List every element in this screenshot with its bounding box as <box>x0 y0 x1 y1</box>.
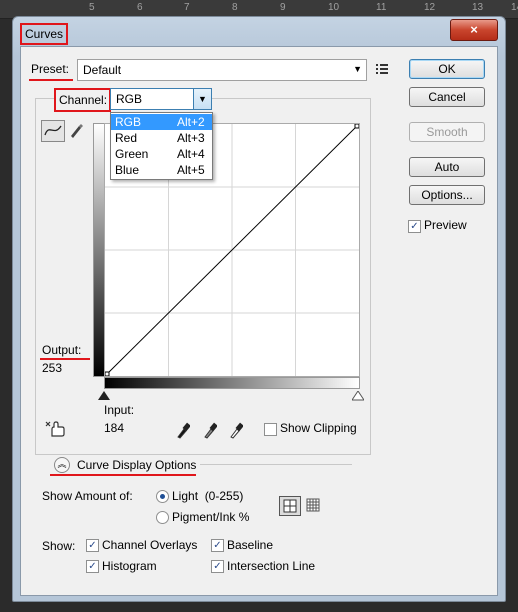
divider <box>200 464 352 465</box>
channel-overlays-label: Channel Overlays <box>102 538 198 552</box>
dropdown-item-shortcut: Alt+4 <box>177 147 205 161</box>
smooth-button[interactable]: Smooth <box>409 122 485 142</box>
output-underline <box>40 358 90 360</box>
preset-label: Preset: <box>31 62 70 76</box>
baseline-checkbox[interactable]: ✓ <box>211 539 224 552</box>
dropdown-item-shortcut: Alt+2 <box>177 115 205 129</box>
pigment-label: Pigment/Ink % <box>172 510 250 524</box>
dropdown-item-rgb[interactable]: RGB Alt+2 <box>111 114 212 130</box>
detailed-grid-icon[interactable] <box>304 496 322 514</box>
intersection-line-label: Intersection Line <box>227 559 316 573</box>
dropdown-item-shortcut: Alt+3 <box>177 131 205 145</box>
ok-button[interactable]: OK <box>409 59 485 79</box>
curve-display-underline <box>50 474 196 476</box>
curve-display-options-label[interactable]: Curve Display Options <box>77 458 196 472</box>
dropdown-item-name: Blue <box>115 163 140 177</box>
channel-label: Channel: <box>59 93 108 107</box>
histogram-label: Histogram <box>102 559 157 573</box>
dropdown-item-green[interactable]: Green Alt+4 <box>111 146 212 162</box>
white-eyedropper-icon[interactable] <box>229 421 244 439</box>
white-point-slider[interactable] <box>351 390 365 404</box>
dropdown-item-red[interactable]: Red Alt+3 <box>111 130 212 146</box>
black-eyedropper-icon[interactable] <box>176 421 191 439</box>
show-clipping-label: Show Clipping <box>280 421 357 435</box>
pigment-radio[interactable] <box>156 511 169 524</box>
ruler-number: 13 <box>472 2 484 13</box>
preset-options-icon[interactable] <box>374 61 390 77</box>
cancel-button[interactable]: Cancel <box>409 87 485 107</box>
preset-select[interactable]: Default ▼ <box>77 59 367 81</box>
input-gradient-bar <box>104 377 360 389</box>
ruler-number: 14 <box>511 2 518 13</box>
auto-button[interactable]: Auto <box>409 157 485 177</box>
chevron-down-icon: ▼ <box>353 64 362 74</box>
intersection-line-checkbox[interactable]: ✓ <box>211 560 224 573</box>
gray-eyedropper-icon[interactable] <box>203 421 218 439</box>
dropdown-item-name: RGB <box>115 115 142 129</box>
channel-dropdown-list: RGB Alt+2 Red Alt+3 Green Alt+4 Blue Alt… <box>110 112 213 180</box>
expand-chevron-icon[interactable]: ︽ <box>54 457 70 473</box>
ruler-number: 10 <box>328 2 340 13</box>
input-label: Input: <box>104 403 135 417</box>
ruler-number: 9 <box>280 2 286 13</box>
channel-value: RGB <box>116 92 143 106</box>
preset-value: Default <box>83 63 122 77</box>
window-title: Curves <box>20 23 69 45</box>
curve-control-point[interactable] <box>354 123 360 129</box>
dropdown-item-blue[interactable]: Blue Alt+5 <box>111 162 212 178</box>
histogram-checkbox[interactable]: ✓ <box>86 560 99 573</box>
channel-label-box: Channel: <box>54 88 111 112</box>
preset-underline <box>29 79 73 81</box>
curve-point-icon[interactable] <box>41 120 65 142</box>
output-value: 253 <box>42 361 63 375</box>
light-label: Light (0-255) <box>172 489 244 503</box>
output-label: Output: <box>42 343 82 357</box>
ruler-number: 6 <box>137 2 143 13</box>
ruler-number: 12 <box>424 2 436 13</box>
preview-label: Preview <box>424 218 467 232</box>
ruler-number: 7 <box>184 2 190 13</box>
target-hand-icon[interactable] <box>44 420 66 438</box>
dropdown-item-name: Green <box>115 147 149 161</box>
ruler-number: 5 <box>89 2 95 13</box>
show-clipping-checkbox[interactable] <box>264 423 277 436</box>
baseline-label: Baseline <box>227 538 274 552</box>
close-button[interactable]: × <box>450 19 498 41</box>
preview-checkbox[interactable]: ✓ <box>408 220 421 233</box>
ruler-number: 8 <box>232 2 238 13</box>
show-label: Show: <box>42 539 76 553</box>
black-point-slider[interactable] <box>98 390 110 404</box>
curve-control-point[interactable] <box>104 371 110 377</box>
dropdown-item-name: Red <box>115 131 138 145</box>
options-button[interactable]: Options... <box>409 185 485 205</box>
pencil-icon[interactable] <box>67 120 85 140</box>
chevron-down-icon[interactable]: ▼ <box>193 89 211 109</box>
channel-overlays-checkbox[interactable]: ✓ <box>86 539 99 552</box>
show-amount-label: Show Amount of: <box>42 489 133 503</box>
light-radio[interactable] <box>156 490 169 503</box>
input-value: 184 <box>104 421 125 435</box>
dropdown-item-shortcut: Alt+5 <box>177 163 205 177</box>
simple-grid-icon[interactable] <box>279 496 301 516</box>
channel-select[interactable]: RGB ▼ <box>110 88 212 110</box>
ruler-number: 11 <box>376 2 387 13</box>
